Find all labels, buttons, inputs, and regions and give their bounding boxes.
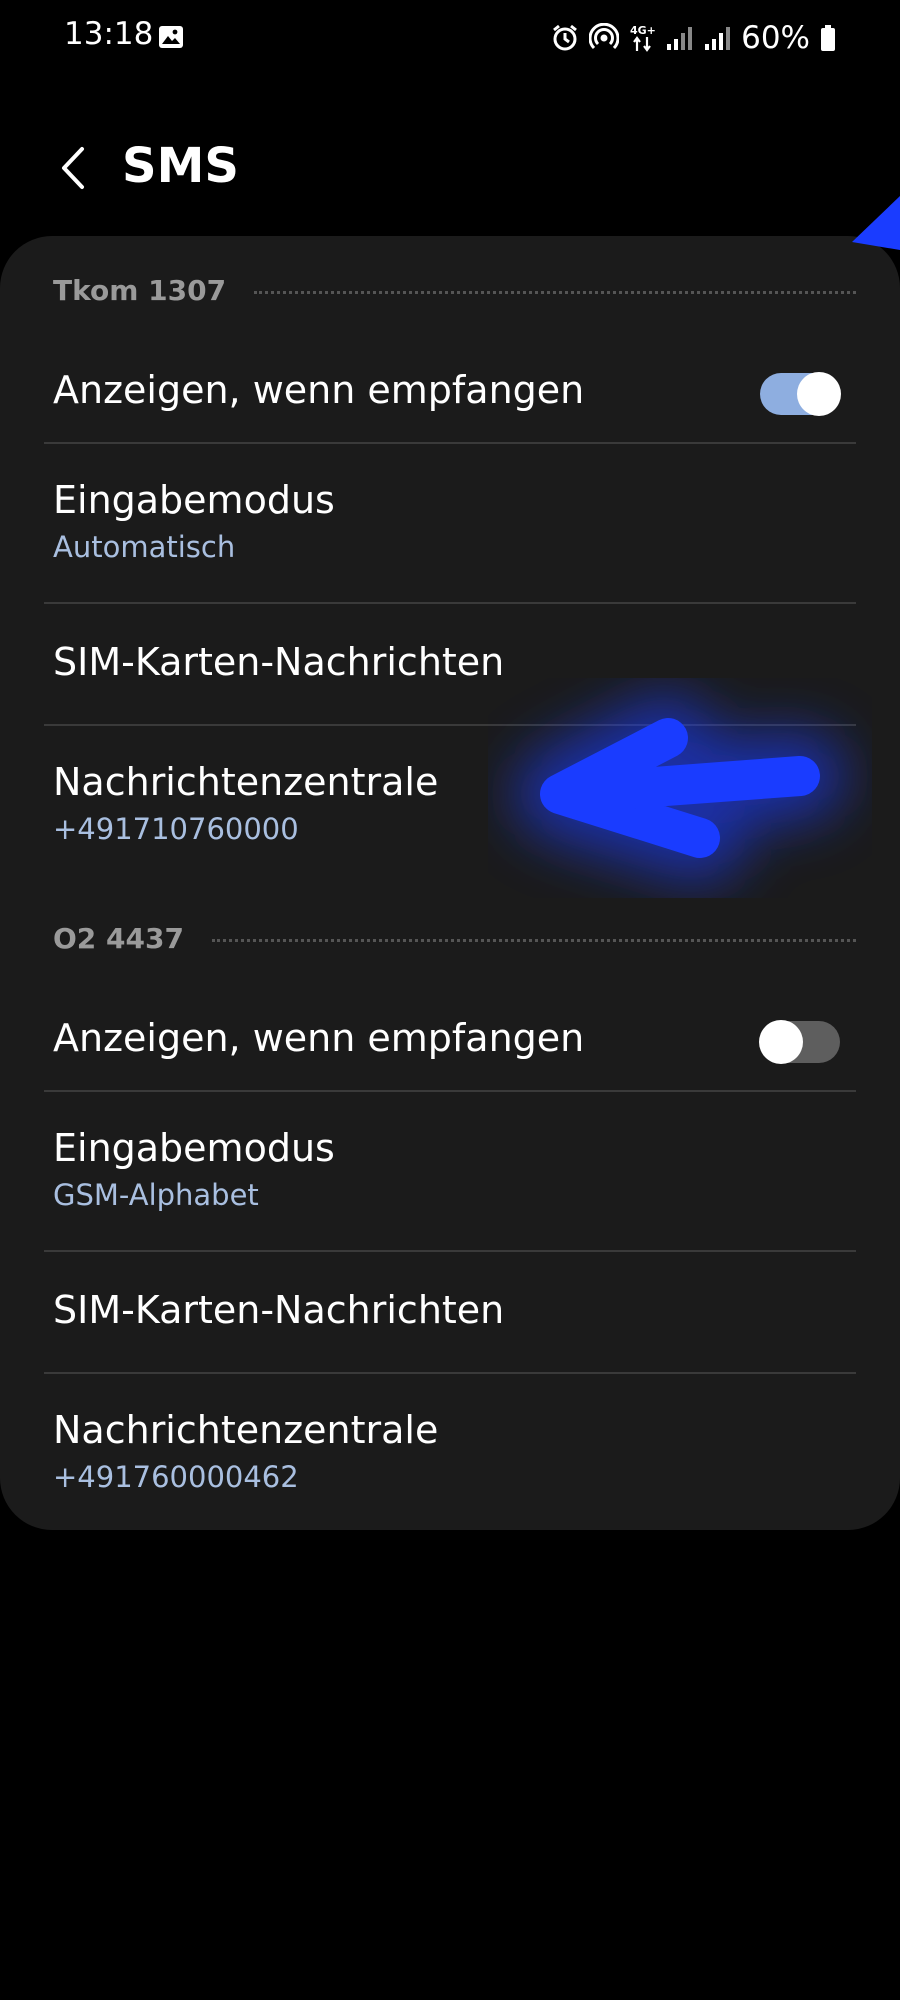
- item-title: Eingabemodus: [53, 1126, 335, 1170]
- section-divider: [254, 290, 856, 294]
- show-when-received-sim1[interactable]: Anzeigen, wenn empfangen: [0, 332, 900, 456]
- network-4g-icon: 4G+: [630, 24, 655, 52]
- message-center-number-sim1: +491710760000: [53, 812, 299, 846]
- section-divider: [211, 938, 856, 942]
- alarm-icon: [553, 24, 578, 51]
- sim-messages-sim2[interactable]: SIM-Karten-Nachrichten: [0, 1252, 900, 1372]
- toggle-knob: [759, 1020, 803, 1064]
- item-title: SIM-Karten-Nachrichten: [53, 1288, 505, 1332]
- battery-percentage: 60%: [741, 20, 810, 56]
- app-header: SMS: [0, 120, 900, 220]
- signal-sim1-icon: [667, 27, 693, 50]
- chevron-left-icon: [62, 147, 84, 189]
- item-title: Eingabemodus: [53, 478, 335, 522]
- input-mode-sim1[interactable]: Eingabemodus Automatisch: [0, 444, 900, 602]
- section-header-sim1: Tkom 1307: [53, 270, 856, 310]
- message-center-number-sim2: +491760000462: [53, 1460, 299, 1494]
- status-time: 13:18: [64, 16, 154, 52]
- item-title: Nachrichtenzentrale: [53, 760, 439, 804]
- item-title: Anzeigen, wenn empfangen: [53, 1016, 585, 1060]
- message-center-sim2[interactable]: Nachrichtenzentrale +491760000462: [0, 1374, 900, 1530]
- show-when-received-sim2[interactable]: Anzeigen, wenn empfangen: [0, 980, 900, 1104]
- message-center-sim1[interactable]: Nachrichtenzentrale +491710760000: [0, 726, 900, 886]
- input-mode-value-sim1: Automatisch: [53, 530, 236, 564]
- battery-icon: [821, 25, 835, 51]
- item-title: Nachrichtenzentrale: [53, 1408, 439, 1452]
- gallery-notification-icon: [159, 26, 183, 48]
- show-when-received-toggle-sim1[interactable]: [760, 372, 841, 416]
- item-title: Anzeigen, wenn empfangen: [53, 368, 585, 412]
- toggle-knob: [797, 372, 841, 416]
- page-title: SMS: [122, 138, 239, 194]
- sms-settings-card: Tkom 1307 Anzeigen, wenn empfangen Einga…: [0, 236, 900, 1530]
- section-label-sim1: Tkom 1307: [53, 273, 227, 307]
- back-button[interactable]: [44, 140, 100, 196]
- input-mode-value-sim2: GSM-Alphabet: [53, 1178, 259, 1212]
- signal-sim2-icon: [705, 27, 731, 50]
- section-header-sim2: O2 4437: [53, 918, 856, 958]
- hotspot-icon: [589, 23, 620, 50]
- status-bar: 13:18 4G+ 60%: [0, 0, 900, 76]
- section-label-sim2: O2 4437: [53, 921, 184, 955]
- show-when-received-toggle-sim2[interactable]: [759, 1020, 840, 1064]
- item-title: SIM-Karten-Nachrichten: [53, 640, 505, 684]
- status-icons: 4G+ 60%: [551, 16, 836, 60]
- input-mode-sim2[interactable]: Eingabemodus GSM-Alphabet: [0, 1092, 900, 1250]
- sim-messages-sim1[interactable]: SIM-Karten-Nachrichten: [0, 604, 900, 724]
- svg-text:4G+: 4G+: [630, 24, 655, 37]
